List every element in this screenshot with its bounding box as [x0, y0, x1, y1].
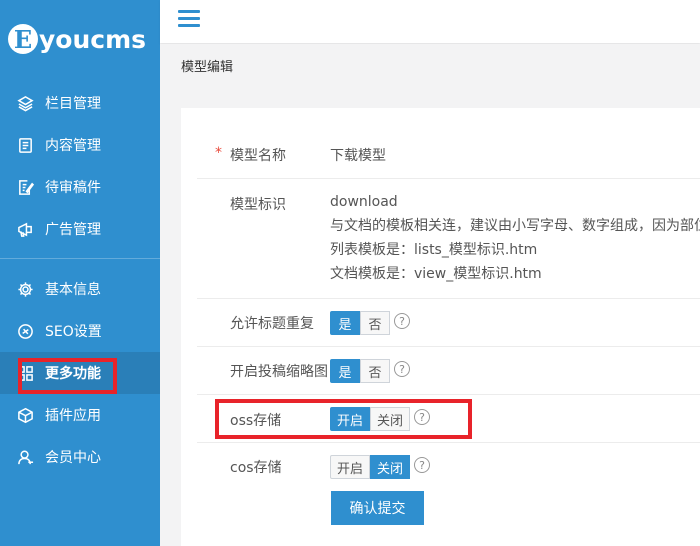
ident-hint: 与文档的模板相关连，建议由小写字母、数字组成，因为部位 列表模板是：lists_…: [330, 214, 700, 286]
form-row-thumb: 开启投稿缩略图 是 否 ?: [197, 347, 700, 395]
logo-mark: E: [8, 24, 38, 54]
sidebar-item-label: 栏目管理: [45, 96, 101, 112]
form-row-cos: cos存储 开启 关闭 ?: [197, 443, 700, 491]
sidebar-item-basic-info[interactable]: 基本信息: [0, 268, 160, 310]
option-yes[interactable]: 是: [330, 359, 360, 383]
sidebar-item-content[interactable]: 内容管理: [0, 124, 160, 166]
sidebar: E youcms 栏目管理 内容管理 待审稿件 广告管理 基本信息 SEO设置 …: [0, 0, 160, 546]
hint-line: 文档模板是：view_模型标识.htm: [330, 266, 542, 282]
sidebar-item-label: 待审稿件: [45, 180, 101, 196]
logo[interactable]: E youcms: [0, 0, 160, 78]
model-name-value: 下载模型: [330, 148, 386, 164]
field-label: 模型标识: [230, 197, 286, 213]
help-icon[interactable]: ?: [394, 361, 410, 377]
form-row-name: * 模型名称 下载模型: [197, 133, 700, 179]
cube-icon: [16, 406, 34, 424]
sidebar-divider: [0, 258, 160, 259]
top-bar: [160, 0, 700, 43]
sidebar-item-label: 广告管理: [45, 222, 101, 238]
document-icon: [16, 136, 34, 154]
model-ident-value: download: [330, 194, 398, 210]
sidebar-item-columns[interactable]: 栏目管理: [0, 82, 160, 124]
help-icon[interactable]: ?: [394, 313, 410, 329]
highlight-box: [215, 399, 472, 439]
layers-icon: [16, 94, 34, 112]
allow-dup-title-toggle: 是 否 ?: [330, 311, 410, 335]
gear-icon: [16, 280, 34, 298]
sidebar-item-label: 会员中心: [45, 450, 101, 466]
sidebar-item-label: SEO设置: [45, 324, 102, 340]
required-mark: *: [215, 145, 222, 161]
menu-icon[interactable]: [178, 10, 200, 28]
option-enable[interactable]: 开启: [330, 455, 371, 479]
hint-line: 与文档的模板相关连，建议由小写字母、数字组成，因为部位: [330, 218, 700, 234]
field-label: 模型名称: [230, 148, 286, 164]
seo-icon: [16, 322, 34, 340]
form-row-ident: 模型标识 download 与文档的模板相关连，建议由小写字母、数字组成，因为部…: [197, 179, 700, 299]
sidebar-item-label: 插件应用: [45, 408, 101, 424]
sidebar-item-members[interactable]: 会员中心: [0, 436, 160, 478]
sidebar-item-label: 基本信息: [45, 282, 101, 298]
sidebar-item-pending[interactable]: 待审稿件: [0, 166, 160, 208]
sidebar-item-ads[interactable]: 广告管理: [0, 208, 160, 250]
submit-button[interactable]: 确认提交: [331, 491, 424, 525]
edit-document-icon: [16, 178, 34, 196]
option-no[interactable]: 否: [360, 359, 390, 383]
sidebar-item-seo[interactable]: SEO设置: [0, 310, 160, 352]
option-disable[interactable]: 关闭: [370, 455, 411, 479]
field-label: 开启投稿缩略图: [230, 364, 328, 380]
help-icon[interactable]: ?: [414, 457, 431, 473]
breadcrumb: 模型编辑: [160, 44, 700, 86]
ad-icon: [16, 220, 34, 238]
user-icon: [16, 448, 34, 466]
sidebar-item-label: 内容管理: [45, 138, 101, 154]
field-label: 允许标题重复: [230, 316, 314, 332]
sidebar-item-plugins[interactable]: 插件应用: [0, 394, 160, 436]
form-row-allow-dup-title: 允许标题重复 是 否 ?: [197, 299, 700, 347]
form-panel: * 模型名称 下载模型 模型标识 download 与文档的模板相关连，建议由小…: [181, 108, 700, 546]
highlight-box: [18, 358, 117, 394]
option-yes[interactable]: 是: [330, 311, 360, 335]
hint-line: 列表模板是：lists_模型标识.htm: [330, 242, 538, 258]
field-label: cos存储: [230, 460, 282, 476]
page-title: 模型编辑: [181, 59, 234, 75]
logo-text: youcms: [39, 24, 147, 54]
thumb-toggle: 是 否 ?: [330, 359, 410, 383]
cos-toggle: 开启 关闭 ?: [330, 455, 431, 479]
option-no[interactable]: 否: [360, 311, 390, 335]
